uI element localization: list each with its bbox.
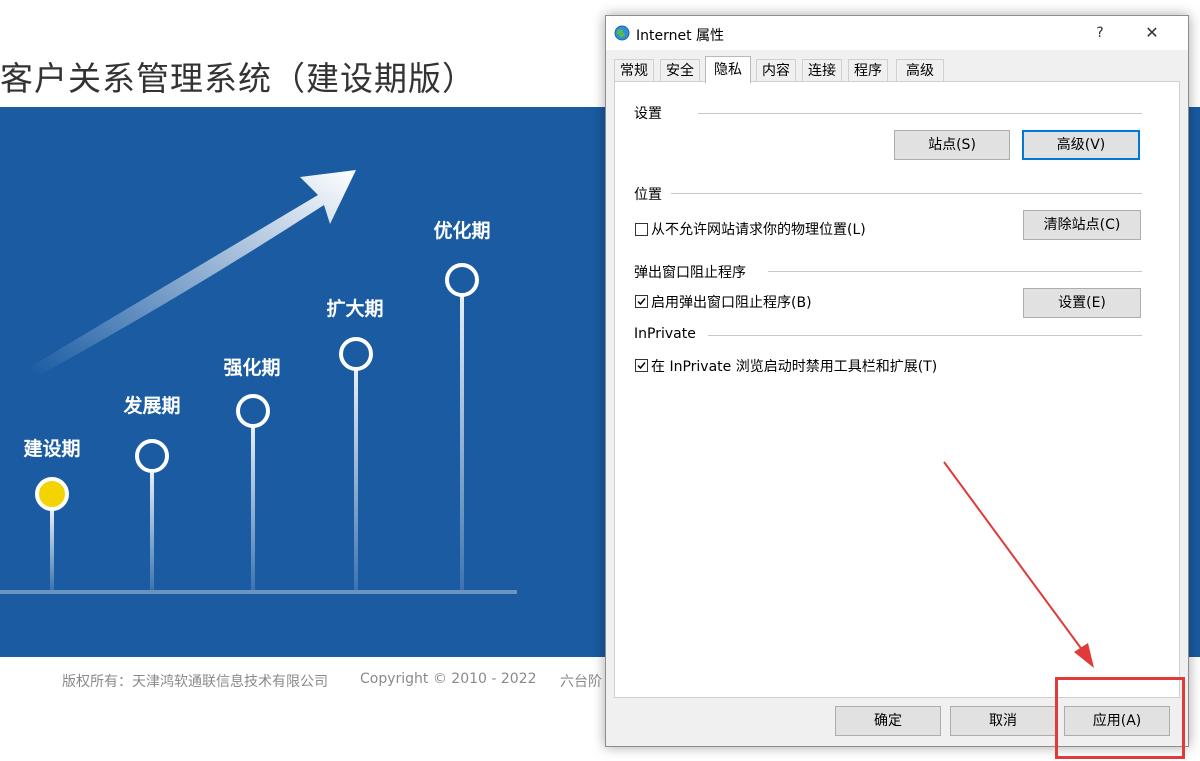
tab-content[interactable]: 内容 <box>756 59 796 82</box>
checkmark-icon <box>637 298 646 306</box>
dialog-titlebar[interactable]: Internet 属性 ? ✕ <box>606 16 1188 50</box>
stage-label-4: 扩大期 <box>326 298 384 320</box>
settings-divider <box>698 113 1142 114</box>
popup-blocker-divider <box>768 271 1142 272</box>
enable-popup-blocker-checkbox[interactable] <box>635 295 648 308</box>
checkmark-icon <box>637 362 646 370</box>
enable-popup-blocker-label: 启用弹出窗口阻止程序(B) <box>651 295 812 311</box>
inprivate-divider <box>708 335 1142 336</box>
sites-button[interactable]: 站点(S) <box>894 130 1010 160</box>
growth-arrow <box>30 170 356 375</box>
stage-stem <box>50 511 54 590</box>
close-button[interactable]: ✕ <box>1134 20 1170 46</box>
page-title: 客户关系管理系统（建设期版） <box>0 59 476 98</box>
help-button[interactable]: ? <box>1082 20 1118 46</box>
footer-truncated-text: 六台阶 <box>560 674 602 690</box>
stage-node <box>339 337 373 371</box>
stage-stem <box>150 472 154 590</box>
footer-copyright-years: Copyright © 2010 - 2022 <box>360 671 537 687</box>
tab-general[interactable]: 常规 <box>614 59 654 82</box>
ok-button[interactable]: 确定 <box>835 706 941 736</box>
location-divider <box>671 193 1142 194</box>
stage-node <box>135 439 169 473</box>
inprivate-heading: InPrivate <box>634 326 696 342</box>
stage-label-2: 发展期 <box>123 395 181 417</box>
advanced-button[interactable]: 高级(V) <box>1022 130 1140 160</box>
stage-label-5: 优化期 <box>433 220 491 242</box>
popup-settings-button[interactable]: 设置(E) <box>1023 288 1141 318</box>
clear-sites-button[interactable]: 清除站点(C) <box>1023 210 1141 240</box>
stage-stem <box>460 296 464 590</box>
tab-security[interactable]: 安全 <box>660 59 700 82</box>
tab-privacy[interactable]: 隐私 <box>705 56 751 83</box>
never-allow-location-checkbox[interactable] <box>635 223 648 236</box>
never-allow-location-label: 从不允许网站请求你的物理位置(L) <box>651 222 866 238</box>
apply-highlight-box <box>1055 677 1185 759</box>
stage-node <box>236 394 270 428</box>
disable-toolbars-label: 在 InPrivate 浏览启动时禁用工具栏和扩展(T) <box>651 359 938 375</box>
stage-label-3: 强化期 <box>223 357 281 379</box>
dialog-title: Internet 属性 <box>636 28 725 44</box>
tab-advanced[interactable]: 高级 <box>896 59 944 82</box>
cancel-button[interactable]: 取消 <box>950 706 1056 736</box>
stage-stem <box>354 370 358 590</box>
timeline-baseline <box>0 590 517 594</box>
settings-heading: 设置 <box>634 106 662 122</box>
tab-programs[interactable]: 程序 <box>848 59 888 82</box>
stage-stem <box>251 427 255 590</box>
stage-label-1: 建设期 <box>23 438 81 460</box>
stage-node-current <box>35 477 69 511</box>
privacy-tab-panel: 设置 站点(S) 高级(V) 位置 从不允许网站请求你的物理位置(L) 清除站点… <box>614 81 1180 698</box>
stage-node <box>445 263 479 297</box>
tab-connections[interactable]: 连接 <box>802 59 842 82</box>
footer-copyright-owner: 版权所有：天津鸿软通联信息技术有限公司 <box>62 674 328 690</box>
disable-toolbars-checkbox[interactable] <box>635 359 648 372</box>
internet-globe-icon <box>614 25 630 41</box>
popup-blocker-heading: 弹出窗口阻止程序 <box>634 265 746 281</box>
location-heading: 位置 <box>634 187 662 203</box>
internet-properties-dialog: Internet 属性 ? ✕ 常规 安全 隐私 内容 连接 程序 高级 设置 … <box>605 15 1189 747</box>
